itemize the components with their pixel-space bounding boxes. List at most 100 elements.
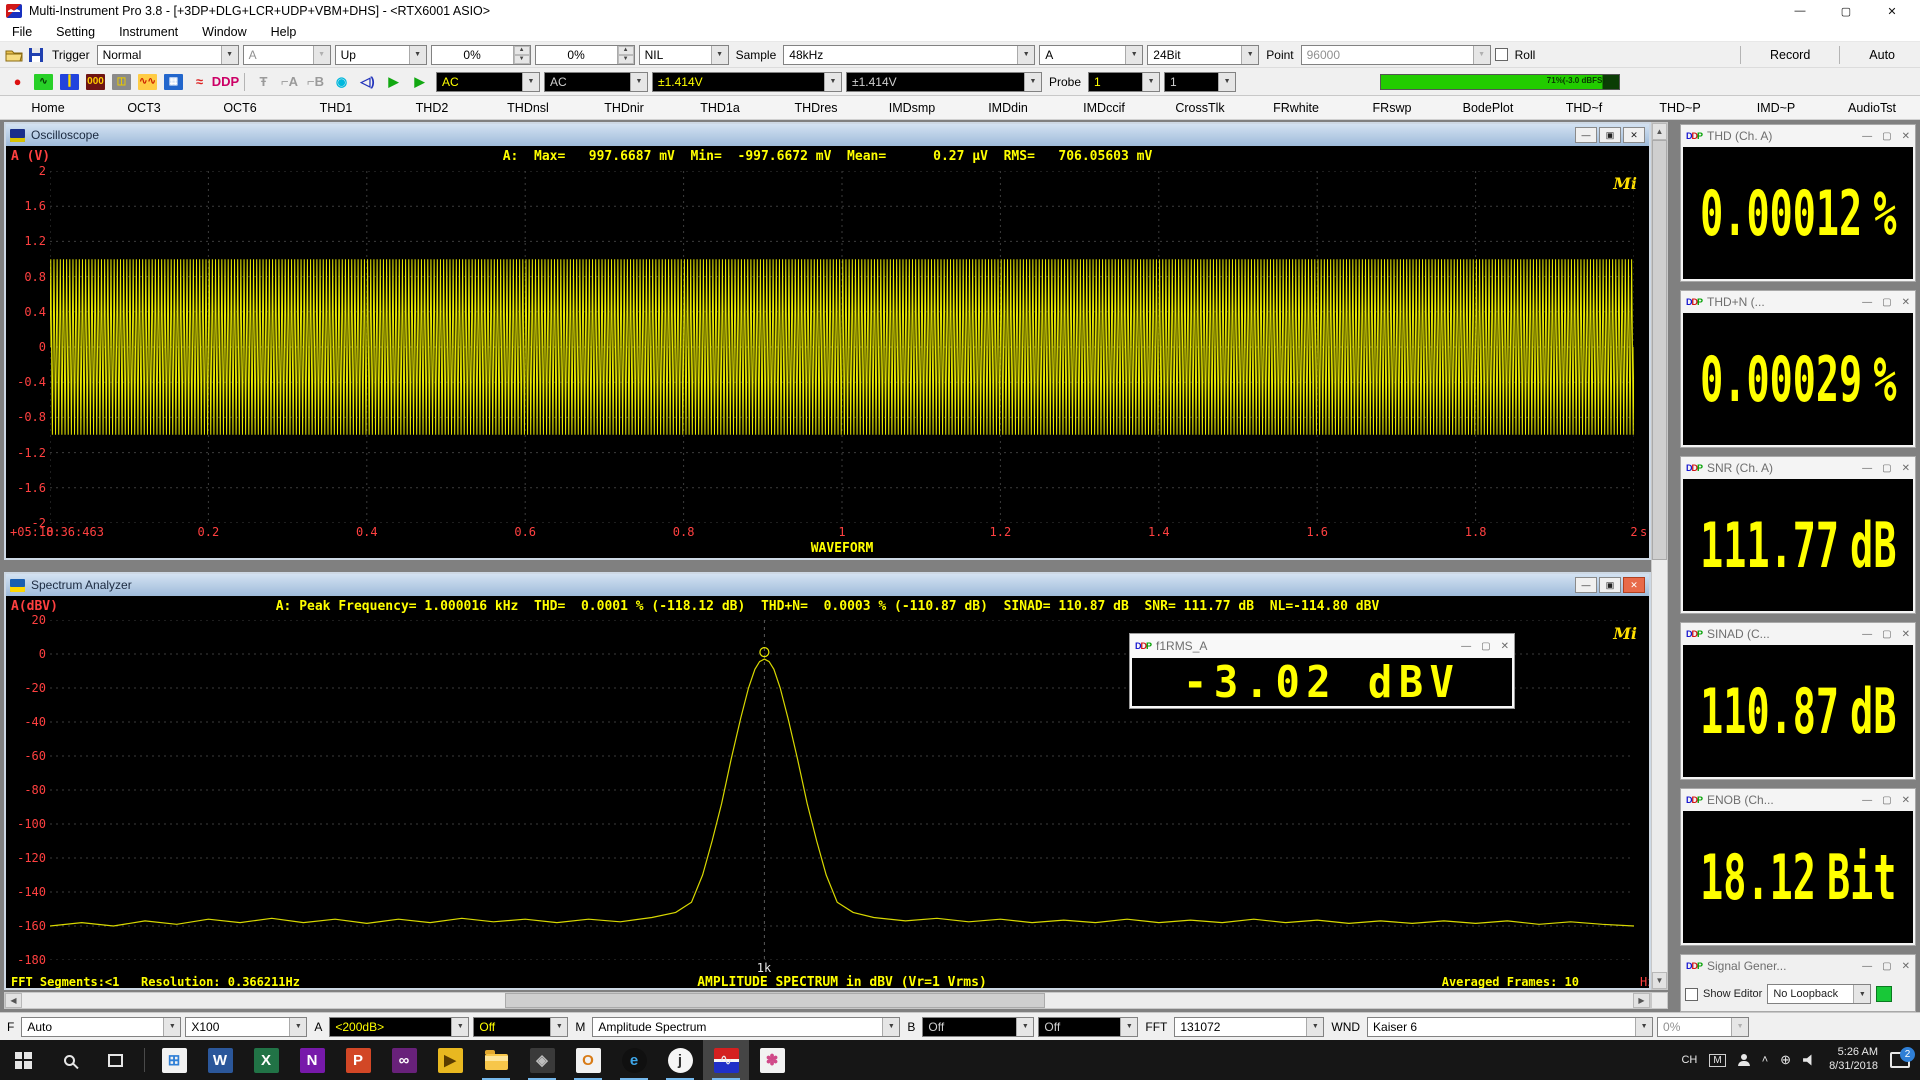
chevron-down-icon[interactable]: ▼: [1218, 73, 1235, 91]
oscilloscope-icon[interactable]: ∿: [31, 71, 56, 93]
x-zoom-select[interactable]: X100▼: [185, 1017, 307, 1037]
trigger-mode-select[interactable]: Normal▼: [97, 45, 239, 65]
record-icon[interactable]: ●: [5, 71, 30, 93]
imagej-app[interactable]: j: [657, 1040, 703, 1080]
minimize-icon[interactable]: —: [1862, 297, 1872, 308]
tab-thd1a[interactable]: THD1a: [672, 96, 768, 119]
chevron-down-icon[interactable]: ▼: [1017, 46, 1034, 64]
spin-up-icon[interactable]: ▲: [618, 46, 634, 55]
paint-app[interactable]: ✽: [749, 1040, 795, 1080]
probe-a-select[interactable]: 1▼: [1088, 72, 1160, 92]
scroll-left-icon[interactable]: ◀: [5, 993, 22, 1008]
tray-overflow-icon[interactable]: ˄: [1762, 1054, 1768, 1066]
marker-b-icon[interactable]: ⌐B: [303, 71, 328, 93]
chevron-down-icon[interactable]: ▼: [1142, 73, 1159, 91]
tab-thd~f[interactable]: THD~f: [1536, 96, 1632, 119]
close-icon[interactable]: ✕: [1902, 629, 1910, 640]
close-icon[interactable]: ✕: [1902, 297, 1910, 308]
scrollbar-thumb[interactable]: [505, 993, 1045, 1008]
sinad-meter-window[interactable]: DDP SINAD (C... —▢✕ 110.87dB: [1680, 622, 1916, 780]
clock[interactable]: 5:26 AM 8/31/2018: [1829, 1046, 1878, 1074]
language-indicator[interactable]: CH: [1681, 1054, 1697, 1066]
show-editor-checkbox[interactable]: [1685, 988, 1698, 1001]
chevron-down-icon[interactable]: ▼: [1635, 1018, 1652, 1036]
thd-meter-window[interactable]: DDP THD (Ch. A) —▢✕ 0.00012%: [1680, 124, 1916, 282]
scroll-down-icon[interactable]: ▼: [1652, 972, 1667, 989]
maximize-icon[interactable]: ▢: [1882, 961, 1891, 972]
restore-icon[interactable]: ▣: [1599, 577, 1621, 593]
microsoft-store-app[interactable]: ⊞: [151, 1040, 197, 1080]
maximize-icon[interactable]: ▢: [1882, 297, 1891, 308]
minimize-icon[interactable]: —: [1862, 463, 1872, 474]
multimeter-icon[interactable]: 000: [83, 71, 108, 93]
speaker-icon[interactable]: [1803, 1054, 1817, 1066]
chevron-down-icon[interactable]: ▼: [163, 1018, 180, 1036]
close-icon[interactable]: ✕: [1902, 131, 1910, 142]
spin-down-icon[interactable]: ▼: [618, 55, 634, 64]
vertical-scrollbar[interactable]: ▲ ▼: [1651, 122, 1668, 990]
close-icon[interactable]: ✕: [1902, 463, 1910, 474]
tab-thdnsl[interactable]: THDnsl: [480, 96, 576, 119]
tab-frswp[interactable]: FRswp: [1344, 96, 1440, 119]
maximize-icon[interactable]: ▢: [1882, 629, 1891, 640]
chevron-down-icon[interactable]: ▼: [451, 1018, 468, 1036]
open-file-icon[interactable]: [5, 47, 23, 63]
tab-thdnir[interactable]: THDnir: [576, 96, 672, 119]
derived-data-point-icon[interactable]: ≈: [187, 71, 212, 93]
minimize-icon[interactable]: —: [1862, 131, 1872, 142]
chevron-down-icon[interactable]: ▼: [1125, 46, 1142, 64]
horizontal-scrollbar[interactable]: ◀ ▶: [4, 992, 1651, 1009]
people-icon[interactable]: [1738, 1054, 1750, 1066]
coupling-a-select[interactable]: AC▼: [436, 72, 540, 92]
close-icon[interactable]: ✕: [1902, 795, 1910, 806]
chevron-down-icon[interactable]: ▼: [1853, 985, 1870, 1003]
hpf-select[interactable]: NIL▼: [639, 45, 729, 65]
chevron-down-icon[interactable]: ▼: [1306, 1018, 1323, 1036]
task-view-button[interactable]: [92, 1040, 138, 1080]
fft-size-select[interactable]: 131072▼: [1174, 1017, 1324, 1037]
save-icon[interactable]: [27, 47, 45, 63]
scroll-up-icon[interactable]: ▲: [1652, 123, 1667, 140]
ime-indicator[interactable]: M: [1709, 1054, 1725, 1067]
tab-thd~p[interactable]: THD~P: [1632, 96, 1728, 119]
minimize-icon[interactable]: —: [1461, 641, 1471, 652]
minimize-icon[interactable]: —: [1575, 577, 1597, 593]
tab-home[interactable]: Home: [0, 96, 96, 119]
tab-imdccif[interactable]: IMDccif: [1056, 96, 1152, 119]
labview-app[interactable]: ▶: [427, 1040, 473, 1080]
minimize-icon[interactable]: —: [1778, 1, 1822, 21]
sound-device-icon[interactable]: ◁): [355, 71, 380, 93]
maximize-icon[interactable]: ▢: [1882, 131, 1891, 142]
sampling-channel-select[interactable]: A▼: [1039, 45, 1143, 65]
file-explorer-app[interactable]: [473, 1040, 519, 1080]
cursor-reader-icon[interactable]: Ŧ: [251, 71, 276, 93]
close-icon[interactable]: ✕: [1870, 1, 1914, 21]
powerpoint-app[interactable]: P: [335, 1040, 381, 1080]
outlook-app[interactable]: O: [565, 1040, 611, 1080]
menu-help[interactable]: Help: [271, 25, 297, 39]
frequency-axis-select[interactable]: Auto▼: [21, 1017, 181, 1037]
run-channel-a-icon[interactable]: ▶: [381, 71, 406, 93]
chevron-down-icon[interactable]: ▼: [409, 46, 426, 64]
enob-meter-window[interactable]: DDP ENOB (Ch... —▢✕ 18.12Bit: [1680, 788, 1916, 946]
network-icon[interactable]: ⊕: [1780, 1052, 1791, 1068]
close-icon[interactable]: ✕: [1902, 961, 1910, 972]
maximize-icon[interactable]: ▢: [1882, 795, 1891, 806]
tab-thd1[interactable]: THD1: [288, 96, 384, 119]
scroll-right-icon[interactable]: ▶: [1633, 993, 1650, 1008]
signal-generator-window[interactable]: DDP Signal Gener... —▢✕ Show Editor No L…: [1680, 954, 1916, 1012]
chevron-down-icon[interactable]: ▼: [221, 46, 238, 64]
chevron-down-icon[interactable]: ▼: [882, 1018, 899, 1036]
display-mode-select[interactable]: Amplitude Spectrum▼: [592, 1017, 900, 1037]
oscilloscope-title-bar[interactable]: Oscilloscope — ▣ ✕: [6, 124, 1649, 146]
spectrum-3d-plot-icon[interactable]: ◫: [109, 71, 134, 93]
minimize-icon[interactable]: —: [1575, 127, 1597, 143]
chevron-down-icon[interactable]: ▼: [289, 1018, 306, 1036]
trigger-edge-select[interactable]: Up▼: [335, 45, 427, 65]
snr-meter-window[interactable]: DDP SNR (Ch. A) —▢✕ 111.77dB: [1680, 456, 1916, 614]
excel-app[interactable]: X: [243, 1040, 289, 1080]
sampling-rate-select[interactable]: 48kHz▼: [783, 45, 1035, 65]
tab-thd2[interactable]: THD2: [384, 96, 480, 119]
start-button[interactable]: [0, 1040, 46, 1080]
spectrum-title-bar[interactable]: Spectrum Analyzer — ▣ ✕: [6, 574, 1649, 596]
